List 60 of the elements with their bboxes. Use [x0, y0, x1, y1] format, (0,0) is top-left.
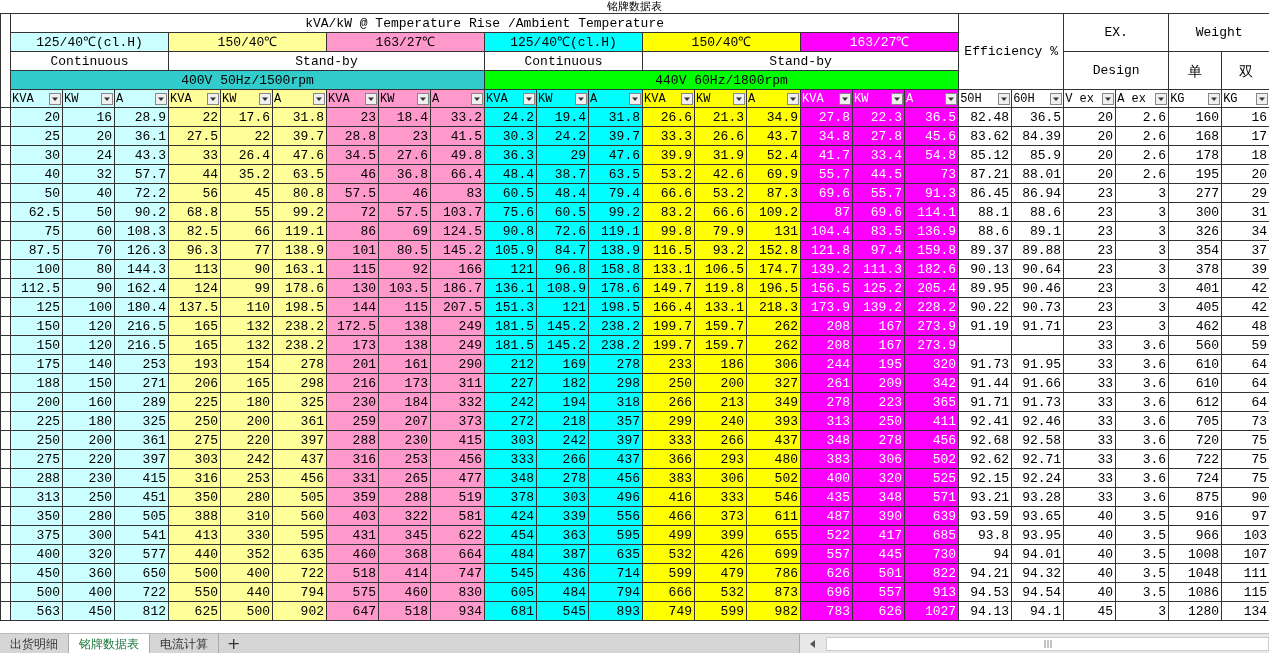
table-cell: Design [1063, 51, 1169, 90]
dropdown-icon[interactable] [1208, 92, 1221, 105]
table-cell: 单 [1168, 51, 1222, 90]
column-header: A [590, 92, 598, 105]
column-header: KVA [12, 92, 34, 105]
dropdown-icon[interactable] [49, 92, 61, 105]
add-sheet-button[interactable]: + [219, 634, 249, 653]
dropdown-icon[interactable] [313, 92, 325, 105]
column-header: A [748, 92, 756, 105]
sheet-tab[interactable]: 铭牌数据表 [69, 634, 150, 653]
table-cell: EX. [1063, 13, 1169, 52]
column-header: KG [1170, 92, 1185, 105]
column-header: V ex [1065, 92, 1094, 105]
table-cell: Weight [1168, 13, 1269, 52]
dropdown-icon[interactable] [891, 92, 903, 105]
dropdown-icon[interactable] [1256, 92, 1269, 105]
column-header: KW [538, 92, 553, 105]
dropdown-icon[interactable] [1050, 92, 1063, 105]
column-header: KW [222, 92, 237, 105]
dropdown-icon[interactable] [207, 92, 219, 105]
dropdown-icon[interactable] [839, 92, 851, 105]
column-header: A [116, 92, 124, 105]
dropdown-icon[interactable] [523, 92, 535, 105]
dropdown-icon[interactable] [1102, 92, 1115, 105]
column-header: A [274, 92, 282, 105]
table-cell: kVA/kW @ Temperature Rise /Ambient Temperature [10, 13, 959, 33]
column-header: KW [64, 92, 79, 105]
horizontal-scrollbar[interactable] [799, 634, 1269, 653]
dropdown-icon[interactable] [629, 92, 641, 105]
column-header: A [906, 92, 914, 105]
dropdown-icon[interactable] [259, 92, 271, 105]
dropdown-icon[interactable] [998, 92, 1011, 105]
dropdown-icon[interactable] [365, 92, 377, 105]
dropdown-icon[interactable] [733, 92, 745, 105]
column-header: KVA [644, 92, 666, 105]
dropdown-icon[interactable] [101, 92, 113, 105]
dropdown-icon[interactable] [945, 92, 958, 105]
dropdown-icon[interactable] [681, 92, 693, 105]
dropdown-icon[interactable] [471, 92, 483, 105]
column-header: KG [1223, 92, 1238, 105]
column-header: KW [854, 92, 869, 105]
column-header: A [432, 92, 440, 105]
dropdown-icon[interactable] [575, 92, 587, 105]
column-header: KVA [802, 92, 824, 105]
column-header: KW [696, 92, 711, 105]
column-header: 60H [1013, 92, 1035, 105]
dropdown-icon[interactable] [1155, 92, 1168, 105]
table-cell: Efficiency % [958, 13, 1064, 90]
column-header: KW [380, 92, 395, 105]
grip-icon [1042, 639, 1053, 648]
column-header: 50H [960, 92, 982, 105]
dropdown-icon[interactable] [417, 92, 429, 105]
column-header: KVA [328, 92, 350, 105]
dropdown-icon[interactable] [787, 92, 799, 105]
dropdown-icon[interactable] [155, 92, 167, 105]
scrollbar-thumb[interactable] [826, 636, 1269, 651]
column-header: KVA [486, 92, 508, 105]
column-header: KVA [170, 92, 192, 105]
column-header: A ex [1117, 92, 1146, 105]
sheet-title: 铭牌数据表 [607, 1, 662, 13]
